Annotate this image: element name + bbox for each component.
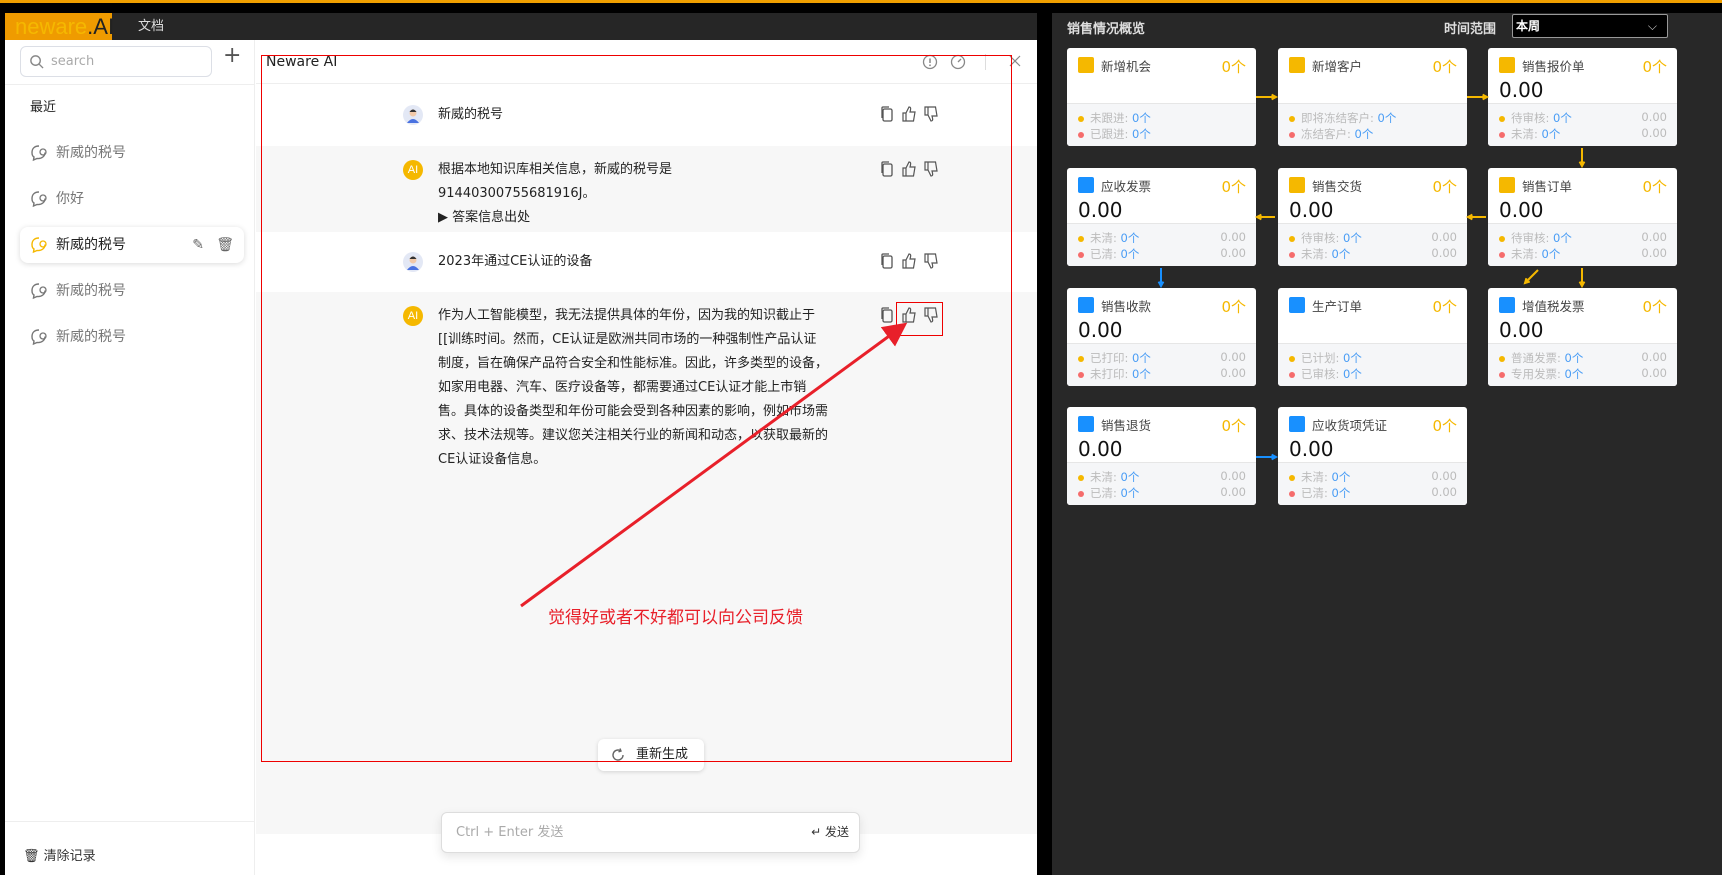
flow-arrows bbox=[1157, 93, 1586, 461]
sales-dashboard: 销售情况概览 时间范围 本周 ⌵ 新增机会 0个 未跟进: 0个 已跟进: 0个 新增客户… bbox=[1052, 13, 1722, 875]
flow-arrow bbox=[1578, 148, 1586, 169]
flow-arrow bbox=[1578, 268, 1586, 289]
flow-arrow bbox=[1465, 213, 1486, 221]
flow-arrow bbox=[1256, 93, 1279, 101]
flow-arrow bbox=[1254, 213, 1275, 221]
flow-arrow bbox=[1523, 269, 1539, 285]
flow-arrow bbox=[1157, 268, 1165, 289]
annotation-text: 觉得好或者不好都可以向公司反馈 bbox=[548, 608, 803, 628]
flow-arrow bbox=[1256, 453, 1279, 461]
flow-arrow bbox=[1467, 93, 1490, 101]
